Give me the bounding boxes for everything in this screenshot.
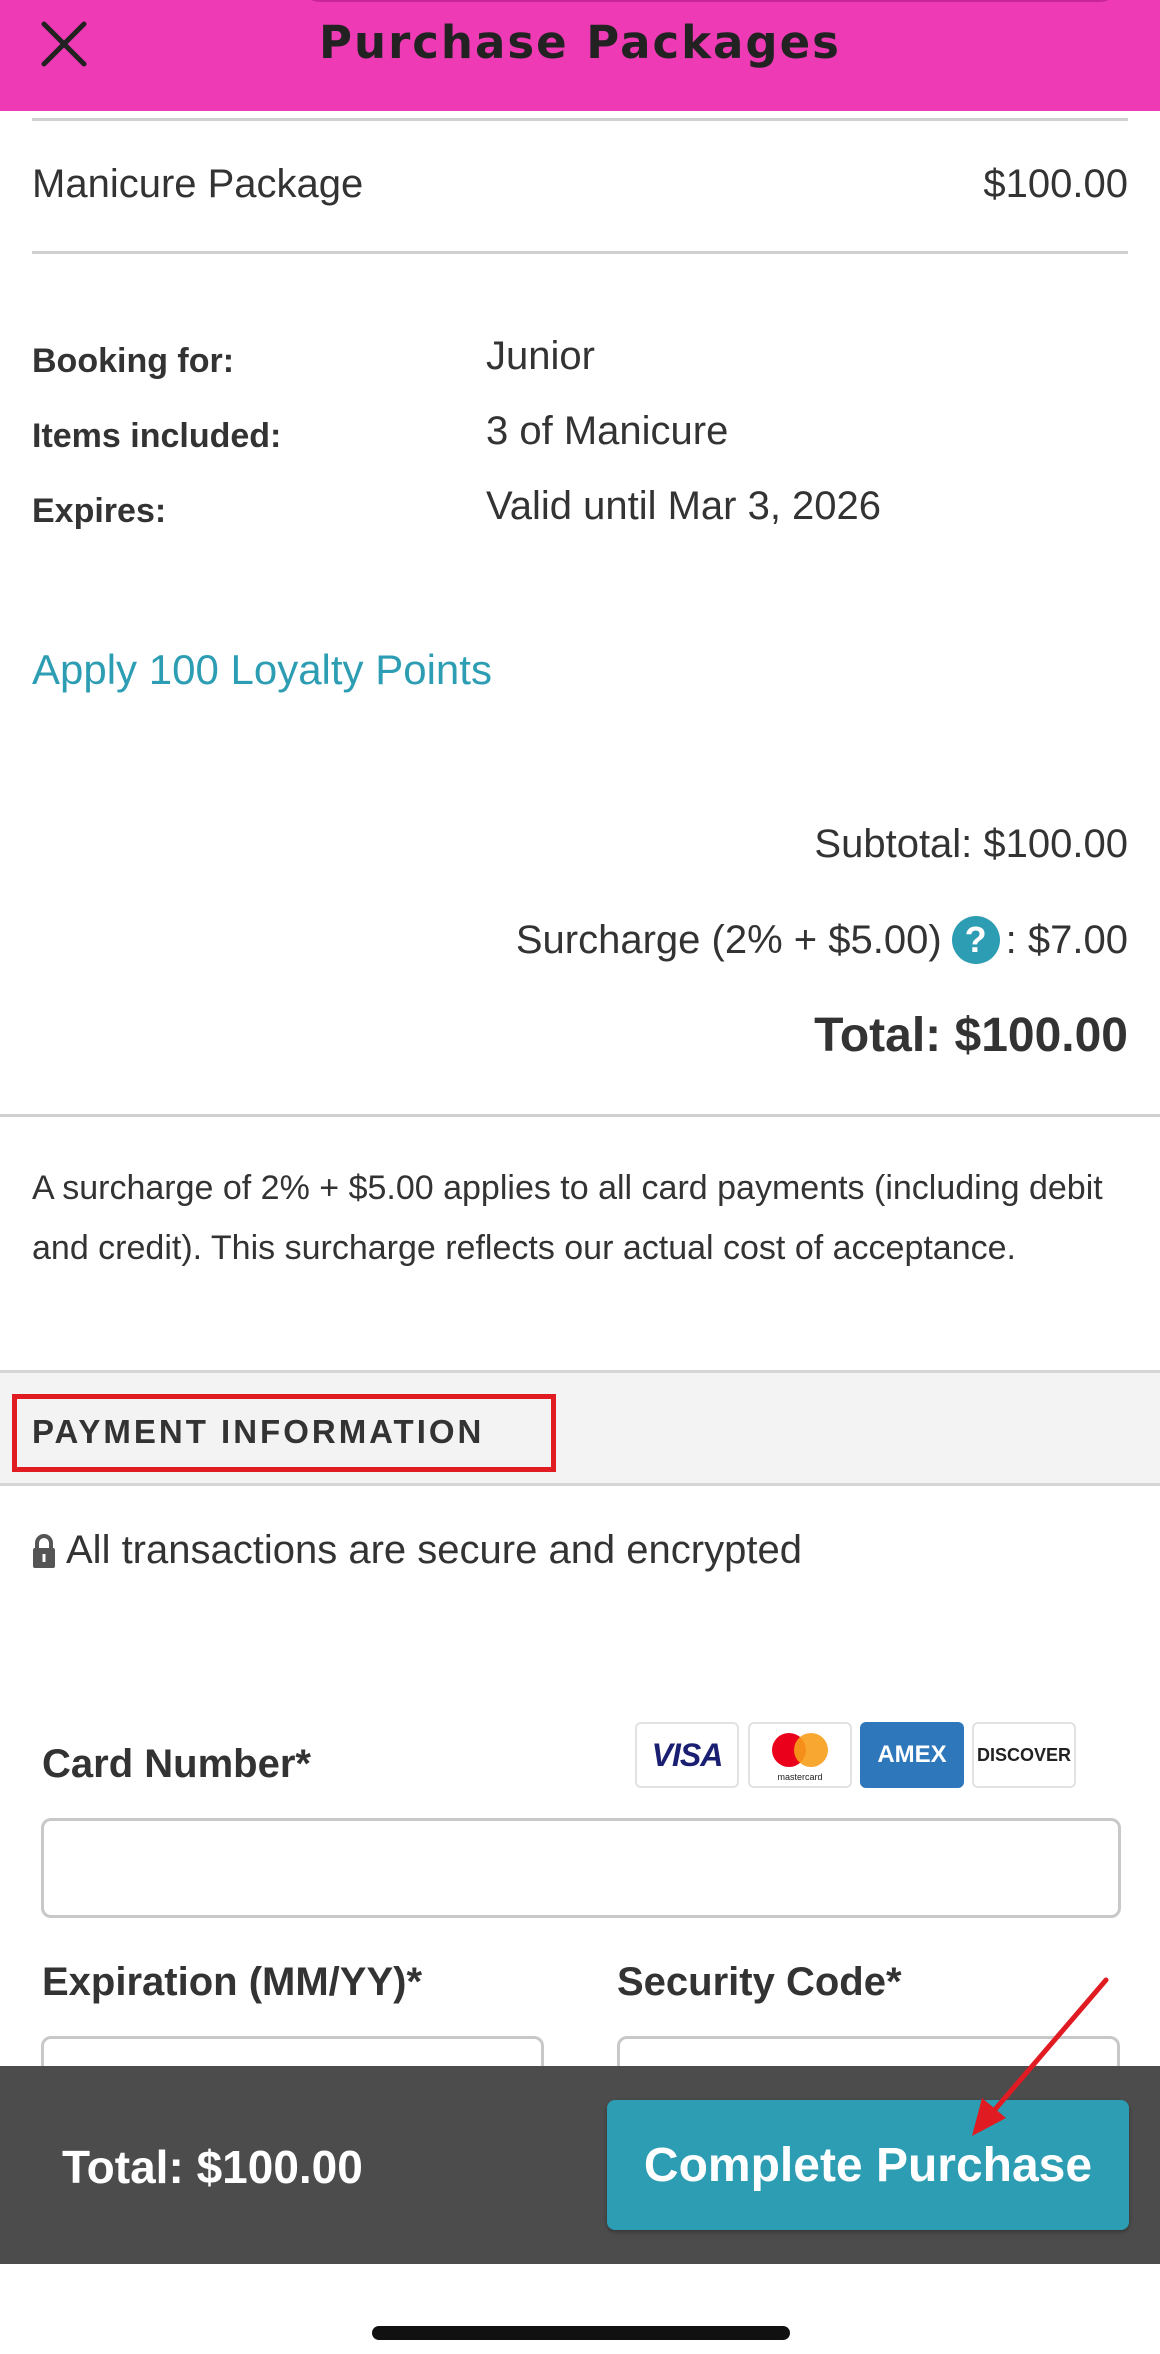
surcharge-label: Surcharge (2% + $5.00) <box>515 917 942 962</box>
mastercard-logo: mastercard <box>748 1722 852 1788</box>
surcharge-row: Surcharge (2% + $5.00) ? : $7.00 <box>516 916 1128 964</box>
divider <box>0 1114 1160 1117</box>
booking-for-value: Junior <box>486 334 595 378</box>
help-icon[interactable]: ? <box>951 916 1000 964</box>
items-included-value: 3 of Manicure <box>486 409 729 453</box>
package-price: $100.00 <box>983 162 1128 206</box>
card-number-label: Card Number* <box>42 1742 311 1786</box>
annotation-arrow-icon <box>972 1977 1109 2136</box>
divider <box>32 251 1128 254</box>
expires-value: Valid until Mar 3, 2026 <box>486 484 882 528</box>
card-number-input[interactable] <box>41 1818 1121 1918</box>
expires-label: Expires: <box>32 492 167 530</box>
annotation-highlight-box <box>12 1394 556 1472</box>
header-top-shape <box>300 0 1120 2</box>
secure-notice: All transactions are secure and encrypte… <box>32 1528 802 1573</box>
items-included-label: Items included: <box>32 417 282 455</box>
package-name: Manicure Package <box>32 162 364 206</box>
discover-logo: DISCOVER <box>972 1722 1076 1788</box>
bottom-bar-total: Total: $100.00 <box>62 2141 363 2193</box>
home-indicator <box>372 2326 790 2340</box>
security-code-label: Security Code* <box>617 1960 902 2004</box>
divider <box>32 118 1128 121</box>
mastercard-wordmark: mastercard <box>777 1772 822 1782</box>
mastercard-icon: mastercard <box>772 1733 828 1782</box>
apply-loyalty-points-link[interactable]: Apply 100 Loyalty Points <box>32 646 492 694</box>
booking-for-label: Booking for: <box>32 342 235 380</box>
subtotal: Subtotal: $100.00 <box>814 822 1128 866</box>
expiration-label: Expiration (MM/YY)* <box>42 1960 423 2004</box>
visa-logo: VISA <box>635 1722 739 1788</box>
order-total: Total: $100.00 <box>814 1009 1128 1062</box>
surcharge-value: : $7.00 <box>1005 917 1128 962</box>
secure-text: All transactions are secure and encrypte… <box>66 1528 802 1572</box>
lock-icon <box>33 1533 55 1568</box>
surcharge-notice: A surcharge of 2% + $5.00 applies to all… <box>32 1169 1103 1267</box>
amex-logo: AMEX <box>860 1722 964 1788</box>
page-title: Purchase Packages <box>319 16 841 69</box>
